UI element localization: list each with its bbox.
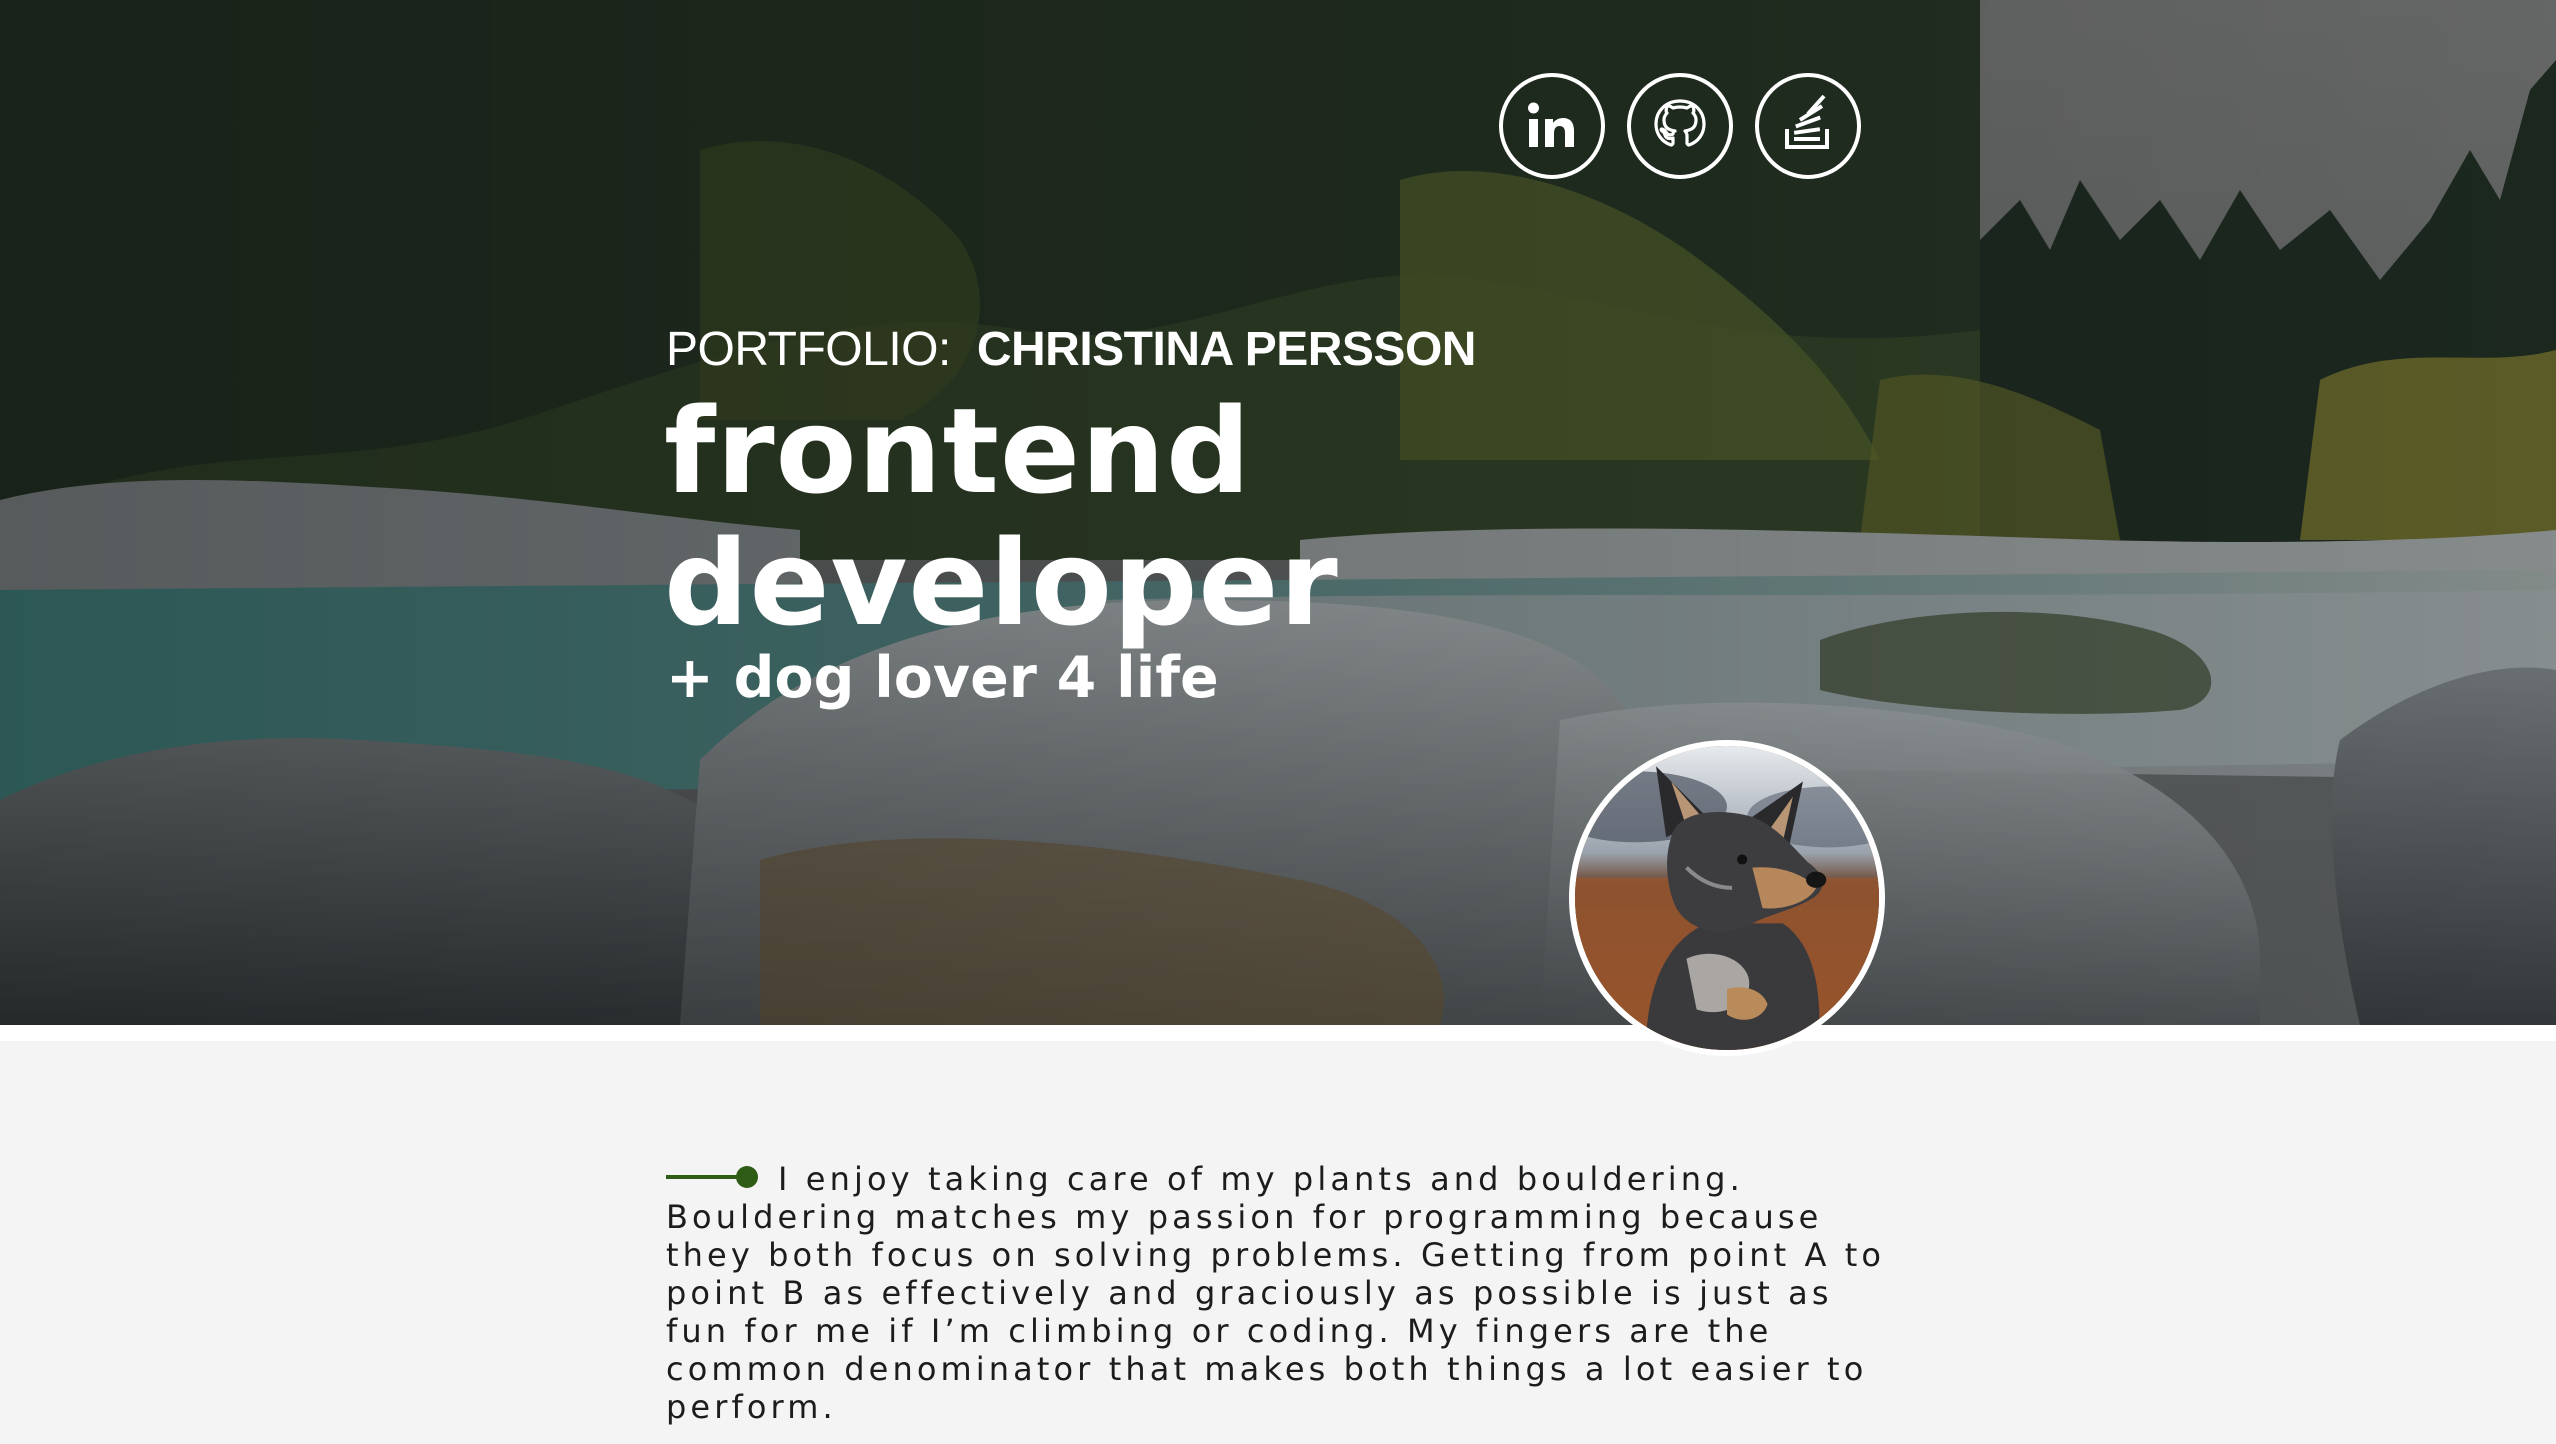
role-title: frontend developer xyxy=(664,385,1339,649)
role-title-line1: frontend xyxy=(664,382,1252,520)
dog-photo xyxy=(1575,746,1879,1050)
about-section: I enjoy taking care of my plants and bou… xyxy=(666,1160,1906,1426)
role-title-line2: developer xyxy=(664,514,1339,652)
about-text: I enjoy taking care of my plants and bou… xyxy=(666,1160,1886,1426)
owner-name: CHRISTINA PERSSON xyxy=(976,323,1477,376)
github-icon xyxy=(1654,99,1706,147)
portfolio-page: PORTFOLIO: CHRISTINA PERSSON frontend dev… xyxy=(0,0,2556,1444)
tagline: + dog lover 4 life xyxy=(666,645,1219,711)
bullet-line-icon xyxy=(666,1166,758,1188)
hero-banner: PORTFOLIO: CHRISTINA PERSSON frontend dev… xyxy=(0,0,2556,1025)
avatar xyxy=(1569,740,1885,1056)
linkedin-link[interactable] xyxy=(1499,73,1605,179)
hero-divider xyxy=(0,1025,2556,1041)
social-links xyxy=(1499,73,1861,179)
stackoverflow-icon xyxy=(1785,94,1829,149)
linkedin-icon xyxy=(1528,102,1574,147)
github-link[interactable] xyxy=(1627,73,1733,179)
stackoverflow-link[interactable] xyxy=(1755,73,1861,179)
portfolio-heading: PORTFOLIO: CHRISTINA PERSSON xyxy=(666,322,1476,377)
portfolio-label: PORTFOLIO: xyxy=(666,323,951,376)
